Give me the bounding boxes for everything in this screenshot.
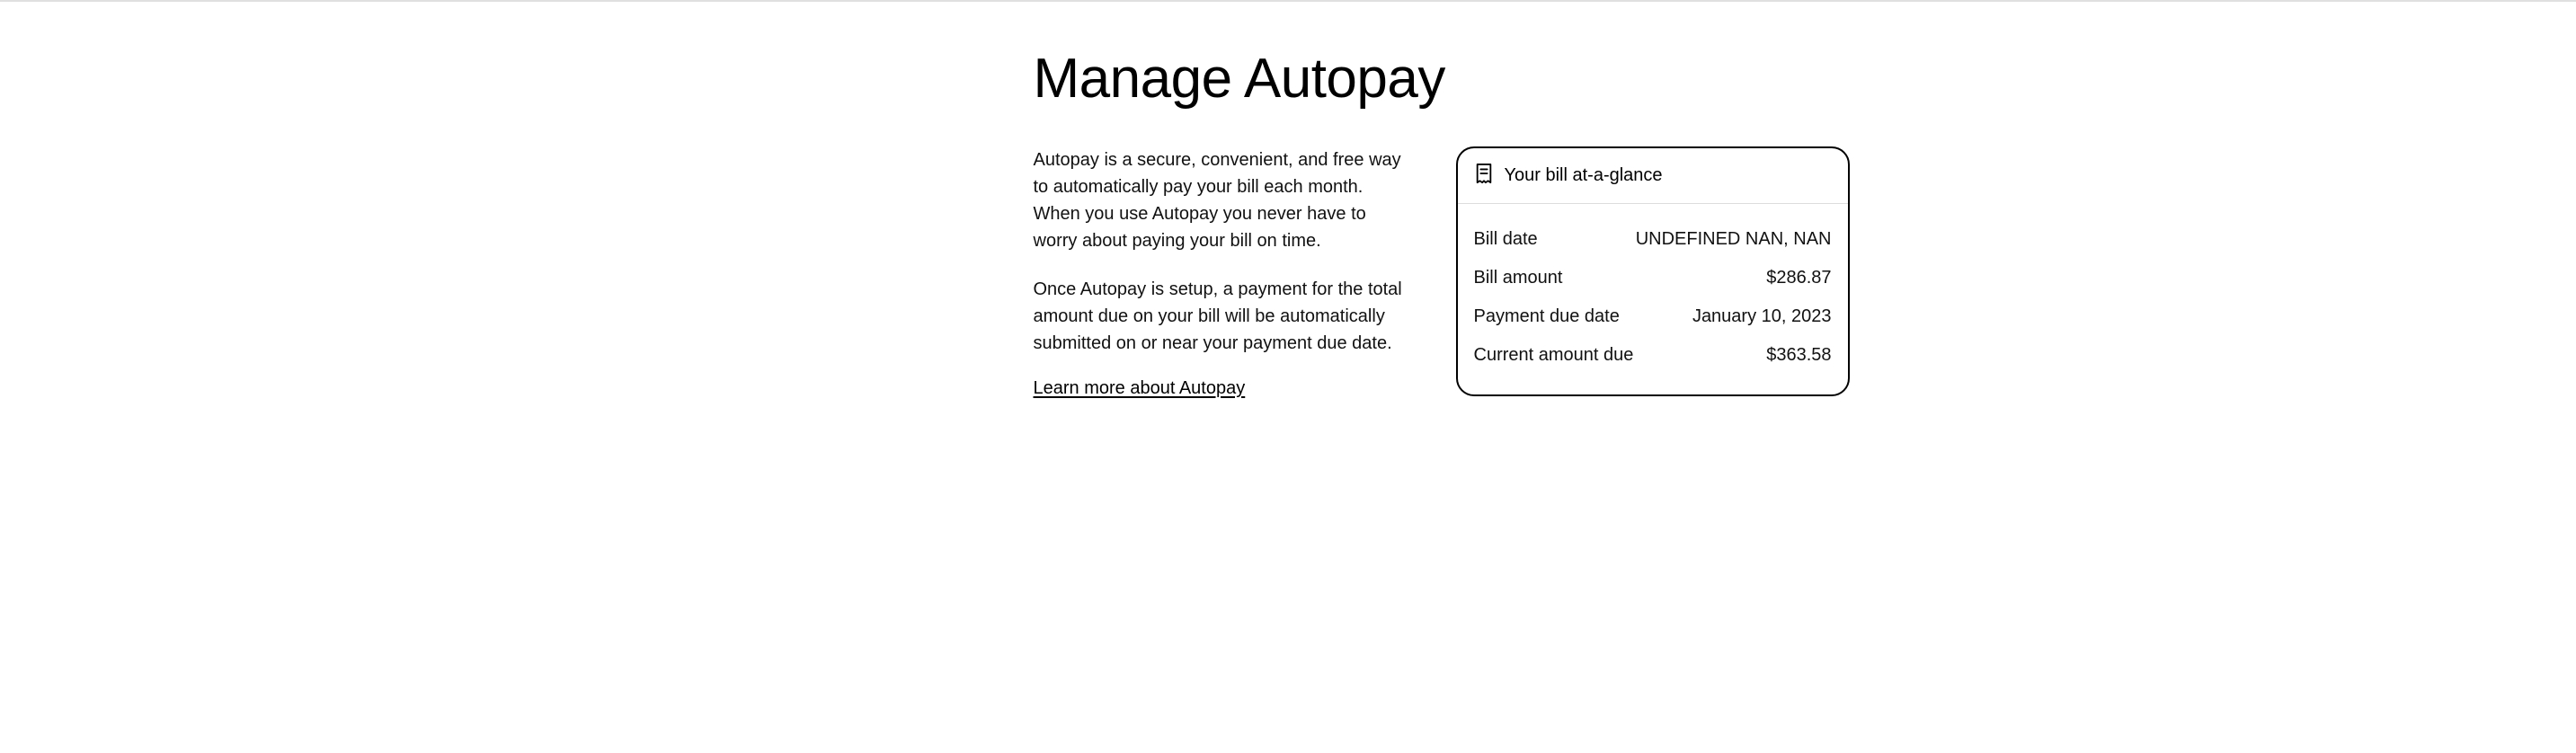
intro-paragraph-2: Once Autopay is setup, a payment for the…: [1034, 276, 1411, 357]
bill-amount-label: Bill amount: [1474, 268, 1563, 288]
autopay-description: Autopay is a secure, convenient, and fre…: [1034, 146, 1411, 399]
bill-amount-row: Bill amount $286.87: [1474, 259, 1832, 297]
bill-card-header: Your bill at-a-glance: [1458, 148, 1848, 204]
payment-due-date-row: Payment due date January 10, 2023: [1474, 297, 1832, 336]
bill-date-row: Bill date UNDEFINED NAN, NAN: [1474, 220, 1832, 259]
current-amount-due-value: $363.58: [1766, 345, 1831, 366]
receipt-icon: [1474, 163, 1494, 189]
page-title: Manage Autopay: [1034, 47, 1543, 111]
payment-due-date-label: Payment due date: [1474, 306, 1620, 327]
bill-date-label: Bill date: [1474, 229, 1538, 250]
current-amount-due-row: Current amount due $363.58: [1474, 336, 1832, 375]
current-amount-due-label: Current amount due: [1474, 345, 1634, 366]
content-row: Autopay is a secure, convenient, and fre…: [1034, 146, 1543, 399]
intro-paragraph-1: Autopay is a secure, convenient, and fre…: [1034, 146, 1411, 254]
bill-card-title: Your bill at-a-glance: [1505, 165, 1663, 186]
bill-amount-value: $286.87: [1766, 268, 1831, 288]
bill-summary-card: Your bill at-a-glance Bill date UNDEFINE…: [1456, 146, 1850, 396]
payment-due-date-value: January 10, 2023: [1692, 306, 1832, 327]
bill-card-body: Bill date UNDEFINED NAN, NAN Bill amount…: [1458, 204, 1848, 394]
bill-date-value: UNDEFINED NAN, NAN: [1636, 229, 1832, 250]
learn-more-link[interactable]: Learn more about Autopay: [1034, 378, 1246, 398]
